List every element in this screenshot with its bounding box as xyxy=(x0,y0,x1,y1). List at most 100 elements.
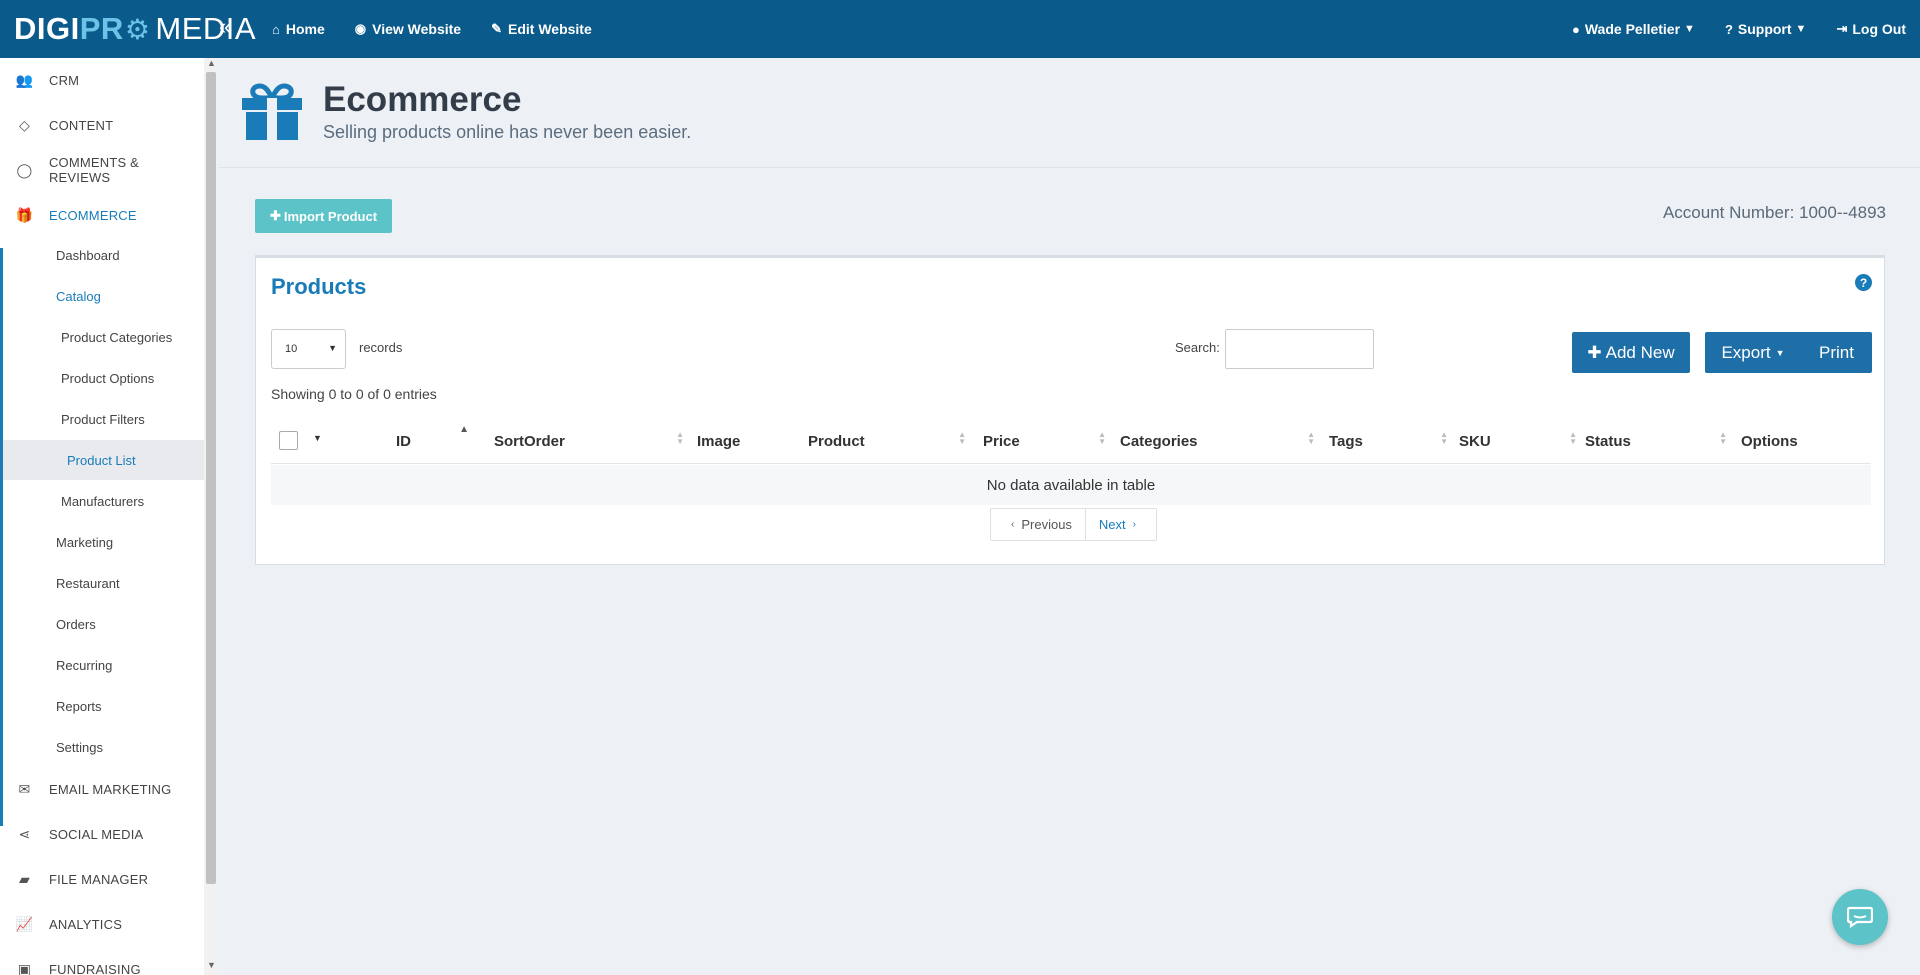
top-right-menu: ● Wade Pelletier ▼ ? Support ▼ ⇥ Log Out xyxy=(1542,0,1906,58)
records-per-page-select[interactable]: 10 ▼ xyxy=(271,329,346,369)
caret-down-icon[interactable]: ▼ xyxy=(313,433,322,443)
column-header-label: Product xyxy=(808,432,865,450)
sidebar-item-content[interactable]: ◇ CONTENT xyxy=(0,103,204,147)
support-menu[interactable]: ? Support ▼ xyxy=(1725,21,1807,37)
empty-table-row: No data available in table xyxy=(271,465,1871,505)
next-page-button[interactable]: Next › xyxy=(1086,509,1156,540)
caret-down-icon: ▼ xyxy=(1775,347,1785,358)
column-header-tags[interactable]: Tags ▲ ▼ xyxy=(1329,418,1450,464)
column-header-price[interactable]: Price ▲ ▼ xyxy=(983,418,1108,464)
column-header-label: SKU xyxy=(1459,432,1491,450)
sidebar-item-social-media[interactable]: ⋖ SOCIAL MEDIA xyxy=(0,812,204,856)
plus-icon: ✚ xyxy=(1587,342,1602,362)
line-chart-icon: 📈 xyxy=(15,915,34,932)
column-header-status[interactable]: Status ▲ ▼ xyxy=(1585,418,1729,464)
add-new-label: Add New xyxy=(1605,342,1675,362)
sort-icon: ▲ ▼ xyxy=(1307,430,1315,446)
question-circle-icon: ? xyxy=(1724,21,1733,37)
sort-icon: ▲ ▼ xyxy=(1719,430,1727,446)
brand-part-3: MEDIA xyxy=(155,11,257,46)
sidebar-subitem-orders[interactable]: Orders xyxy=(0,604,204,644)
users-icon: 👥 xyxy=(15,71,34,88)
sidebar-item-label: ECOMMERCE xyxy=(49,207,137,223)
chevron-down-icon: ▼ xyxy=(1684,23,1695,35)
sidebar-item-crm[interactable]: 👥 CRM xyxy=(0,58,204,102)
sidebar-subitem-product-options[interactable]: Product Options xyxy=(0,358,204,398)
column-header-sortorder[interactable]: SortOrder ▲ ▼ xyxy=(494,418,686,464)
sort-asc-icon: ▲ xyxy=(459,424,469,435)
column-header-label: Image xyxy=(697,432,741,450)
logout-link[interactable]: ⇥ Log Out xyxy=(1836,21,1906,37)
nav-home-link[interactable]: ⌂ Home xyxy=(272,21,325,37)
export-label: Export xyxy=(1721,342,1771,362)
panel-title: Products xyxy=(271,274,367,299)
sidebar-item-label: CRM xyxy=(49,72,80,88)
nav-view-website-link[interactable]: ◉ View Website xyxy=(355,21,461,37)
sidebar-subitem-product-list[interactable]: Product List xyxy=(0,440,204,480)
user-name: Wade Pelletier xyxy=(1584,21,1681,37)
envelope-icon: ✉ xyxy=(18,780,31,797)
sidebar-subitem-product-filters[interactable]: Product Filters xyxy=(0,399,204,439)
column-header-sku[interactable]: SKU ▲ ▼ xyxy=(1459,418,1579,464)
gift-icon: 🎁 xyxy=(15,206,34,223)
column-header-label: ID xyxy=(396,432,411,450)
column-header-label: Status xyxy=(1585,432,1631,450)
sidebar-item-fundraising[interactable]: ▣ FUNDRAISING xyxy=(0,947,204,975)
scroll-down-arrow-icon[interactable]: ▼ xyxy=(207,960,216,970)
plus-icon: ✚ xyxy=(269,208,281,223)
sidebar-subitem-dashboard[interactable]: Dashboard xyxy=(0,235,204,275)
money-icon: ▣ xyxy=(17,960,32,975)
user-menu[interactable]: ● Wade Pelletier ▼ xyxy=(1572,21,1695,37)
add-new-button[interactable]: ✚ Add New xyxy=(1572,332,1690,373)
next-label: Next xyxy=(1098,517,1126,532)
search-input[interactable] xyxy=(1225,329,1374,369)
sort-icon: ▲ ▼ xyxy=(676,430,684,446)
question-circle-icon[interactable]: ? xyxy=(1855,274,1872,291)
top-navbar: DIGI PR ⚙ MEDIA « ⌂ Home ◉ View Website ✎ E… xyxy=(0,0,1920,58)
sidebar-subitem-marketing[interactable]: Marketing xyxy=(0,522,204,562)
sign-out-icon: ⇥ xyxy=(1836,21,1848,36)
column-header-label: SortOrder xyxy=(494,432,565,450)
double-chevron-left-icon[interactable]: « xyxy=(219,14,231,40)
account-number: Account Number: 1000--4893 xyxy=(1662,203,1886,222)
nav-home-label: Home xyxy=(285,21,325,37)
records-per-page-value: 10 xyxy=(285,343,298,355)
top-nav: ⌂ Home ◉ View Website ✎ Edit Website xyxy=(272,0,622,58)
column-header-id[interactable]: ID ▲ xyxy=(396,418,471,464)
sidebar-subitem-catalog[interactable]: Catalog xyxy=(0,276,204,316)
gift-icon xyxy=(242,83,302,140)
sidebar-item-ecommerce[interactable]: 🎁 ECOMMERCE xyxy=(0,193,204,237)
sidebar-item-label: EMAIL MARKETING xyxy=(49,781,172,797)
sidebar-item-analytics[interactable]: 📈 ANALYTICS xyxy=(0,902,204,946)
logout-label: Log Out xyxy=(1852,21,1906,37)
sidebar-subitem-manufacturers[interactable]: Manufacturers xyxy=(0,481,204,521)
print-button[interactable]: Print xyxy=(1801,332,1872,373)
sidebar-item-file-manager[interactable]: ▰ FILE MANAGER xyxy=(0,857,204,901)
page-subtitle: Selling products online has never been e… xyxy=(323,122,692,142)
sidebar-subitem-restaurant[interactable]: Restaurant xyxy=(0,563,204,603)
select-all-checkbox[interactable] xyxy=(279,431,298,450)
brand-part-1: DIGI xyxy=(14,11,80,46)
sidebar-scrollbar-thumb[interactable] xyxy=(206,72,216,884)
column-header-categories[interactable]: Categories ▲ ▼ xyxy=(1120,418,1317,464)
sidebar-subitem-settings[interactable]: Settings xyxy=(0,727,204,767)
diamond-icon: ◇ xyxy=(19,116,30,133)
sidebar-item-comments-reviews[interactable]: ◯ COMMENTS & REVIEWS xyxy=(0,148,204,192)
scroll-up-arrow-icon[interactable]: ▲ xyxy=(207,58,216,68)
sort-icon: ▲ ▼ xyxy=(958,430,966,446)
previous-page-button[interactable]: ‹ Previous xyxy=(991,509,1086,540)
sidebar-subitem-reports[interactable]: Reports xyxy=(0,686,204,726)
import-product-button[interactable]: ✚ Import Product xyxy=(255,199,392,233)
sidebar-subitem-recurring[interactable]: Recurring xyxy=(0,645,204,685)
table-header: ▼ ID ▲ SortOrder ▲ ▼ Image Product ▲ ▼ Pri… xyxy=(271,418,1871,464)
nav-edit-website-link[interactable]: ✎ Edit Website xyxy=(491,21,592,37)
page-title: Ecommerce xyxy=(323,80,522,119)
gear-icon: ⚙ xyxy=(124,13,151,45)
chat-widget-button[interactable] xyxy=(1832,889,1888,945)
export-button[interactable]: Export ▼ xyxy=(1705,332,1801,373)
column-header-product[interactable]: Product ▲ ▼ xyxy=(808,418,968,464)
pagination: ‹ Previous Next › xyxy=(990,508,1157,541)
sidebar-item-email-marketing[interactable]: ✉ EMAIL MARKETING xyxy=(0,767,204,811)
sidebar-item-label: CONTENT xyxy=(49,117,114,133)
sidebar-subitem-product-categories[interactable]: Product Categories xyxy=(0,317,204,357)
